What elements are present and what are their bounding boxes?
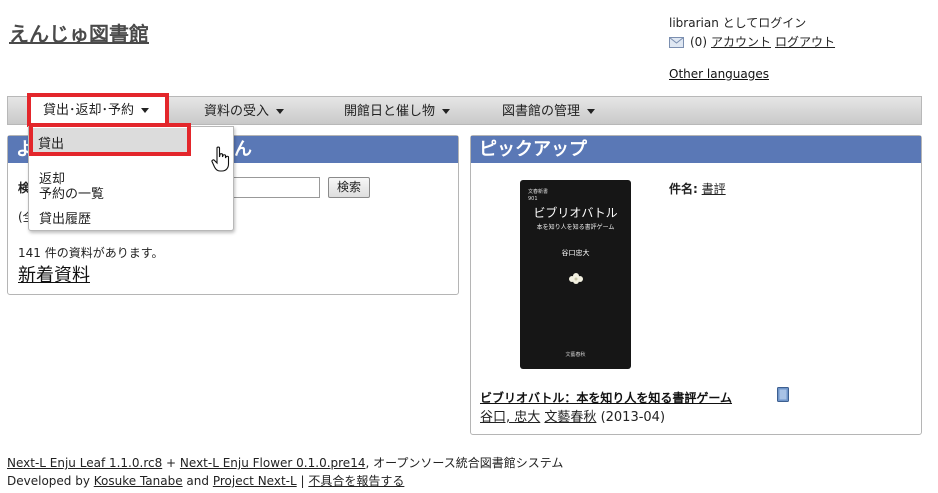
pickup-book-title-link[interactable]: ビブリオバトル：本を知り人を知る書評ゲーム (480, 389, 732, 406)
caret-down-icon (587, 109, 596, 114)
caret-down-icon (141, 108, 150, 113)
footer-line-2: Developed by Kosuke Tanabe and Project N… (7, 472, 404, 489)
cover-title: ビブリオバトル (533, 206, 618, 220)
message-count: (0) (690, 35, 707, 49)
author-link[interactable]: 谷口, 忠大 (480, 410, 540, 425)
site-title-link[interactable]: えんじゅ図書館 (9, 18, 149, 47)
pickup-panel-header: ピックアップ (471, 136, 921, 163)
report-bug-link[interactable]: 不具合を報告する (308, 474, 404, 488)
cover-author: 谷口忠大 (561, 249, 590, 257)
nav-library-admin[interactable]: 図書館の管理 (502, 97, 596, 126)
account-links: (0) アカウント ログアウト (669, 33, 835, 52)
footer-and: and (182, 474, 213, 488)
search-button[interactable]: 検索 (328, 177, 370, 198)
search-input[interactable] (227, 177, 320, 198)
nav-circulation[interactable]: 貸出･返却･予約 (43, 96, 150, 125)
menu-item-checkout[interactable]: 貸出 (38, 133, 64, 152)
footer-line-1: Next-L Enju Leaf 1.1.0.rc8 + Next-L Enju… (7, 454, 563, 471)
nav-library-admin-label: 図書館の管理 (502, 104, 581, 119)
menu-item-checkout-history[interactable]: 貸出履歴 (39, 208, 91, 227)
logout-link[interactable]: ログアウト (775, 33, 835, 52)
cover-publisher: 文藝春秋 (565, 352, 586, 358)
enju-flower-link[interactable]: Next-L Enju Flower 0.1.0.pre14 (180, 456, 366, 470)
publisher-link[interactable]: 文藝春秋 (544, 410, 596, 425)
menu-item-reserve-list[interactable]: 予約の一覧 (39, 183, 104, 202)
login-box: librarian としてログイン (0) アカウント ログアウト (669, 14, 835, 52)
footer-plus: + (162, 456, 180, 470)
other-languages-link[interactable]: Other languages (669, 67, 769, 81)
book-cover-image[interactable]: 文春新書 901 ビブリオバトル 本を知り人を知る書評ゲーム 谷口忠大 文藝春秋 (520, 180, 631, 369)
footer-separator: | (296, 474, 309, 488)
new-items-link[interactable]: 新着資料 (18, 261, 90, 287)
caret-down-icon (276, 109, 285, 114)
cover-flower-icon (569, 273, 583, 284)
login-status: librarian としてログイン (669, 16, 807, 30)
hand-pointer-icon (211, 146, 230, 172)
nav-circulation-label: 貸出･返却･予約 (43, 103, 135, 118)
cover-series-text: 文春新書 (528, 189, 549, 195)
nav-events[interactable]: 開館日と催し物 (344, 97, 451, 126)
nav-events-label: 開館日と催し物 (344, 104, 436, 119)
item-count: 141 件の資料があります。 (18, 246, 164, 260)
kosuke-tanabe-link[interactable]: Kosuke Tanabe (94, 474, 183, 488)
subject-line: 件名: 書評 (669, 180, 726, 197)
mail-icon[interactable] (669, 37, 684, 48)
footer-system-desc: , オープンソース統合図書館システム (365, 456, 564, 470)
account-link[interactable]: アカウント (711, 33, 771, 52)
subject-label: 件名: (669, 182, 698, 196)
cover-subtitle: 本を知り人を知る書評ゲーム (536, 224, 615, 231)
enju-leaf-link[interactable]: Next-L Enju Leaf 1.1.0.rc8 (7, 456, 162, 470)
publication-date: (2013-04) (600, 410, 666, 425)
footer-developed-by: Developed by (7, 474, 94, 488)
book-icon (777, 387, 789, 402)
subject-link[interactable]: 書評 (702, 182, 726, 196)
caret-down-icon (442, 109, 451, 114)
project-next-l-link[interactable]: Project Next-L (213, 474, 297, 488)
cover-number: 901 (528, 196, 538, 202)
pickup-book-meta: 谷口, 忠大 文藝春秋 (2013-04) (480, 406, 665, 425)
nav-acquisition-label: 資料の受入 (204, 104, 270, 119)
nav-acquisition[interactable]: 資料の受入 (204, 97, 285, 126)
search-panel-title-end: ん (234, 139, 252, 160)
cover-series: 文春新書 901 (528, 189, 548, 203)
